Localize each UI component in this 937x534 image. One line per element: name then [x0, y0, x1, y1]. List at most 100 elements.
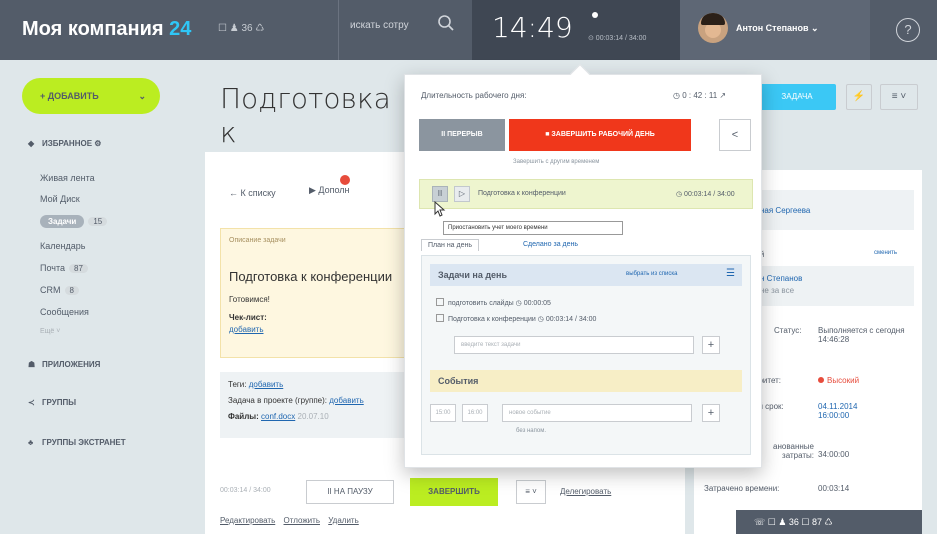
assignee-card[interactable]: н Степанов не за все	[754, 266, 914, 306]
add-event-button[interactable]: +	[702, 404, 720, 422]
sidebar-section-groups[interactable]: ≺ ГРУППЫ	[28, 398, 76, 407]
share-icon: ≺	[28, 398, 35, 407]
finish-button[interactable]: ЗАВЕРШИТЬ	[410, 478, 498, 506]
play-icon[interactable]: ▷	[454, 186, 470, 202]
plan-task-item[interactable]: Подготовка к конференции ◷ 00:03:14 / 34…	[436, 314, 596, 323]
break-button[interactable]: II ПЕРЕРЫВ	[419, 119, 505, 151]
select-from-list-link[interactable]: выбрать из списка	[626, 271, 677, 277]
delegate-link[interactable]: Делегировать	[560, 487, 611, 496]
menu-button[interactable]: ≡ ˅	[516, 480, 546, 504]
sidebar-section-apps[interactable]: ☗ ПРИЛОЖЕНИЯ	[28, 360, 100, 369]
task-text-input[interactable]: введите текст задачи	[454, 336, 694, 354]
sidebar-item-messages[interactable]: Сообщения	[40, 307, 89, 317]
apps-icon: ☗	[28, 360, 36, 369]
status-value: Выполняется с сегодня 14:46:28	[818, 326, 905, 344]
events-title: События	[438, 376, 479, 386]
bottom-toolbar[interactable]: ☏ ☐ ♟ 36 ☐ 87 ♺	[736, 510, 922, 534]
people-icon: ♣	[28, 438, 34, 447]
task-links: Редактировать Отложить Удалить	[220, 516, 365, 525]
event-start-time[interactable]: 15:00	[430, 404, 456, 422]
sidebar-item-disk[interactable]: Мой Диск	[40, 194, 80, 204]
company-logo[interactable]: Моя компания 24	[22, 18, 191, 41]
list-menu-button[interactable]: ≡ ˅	[880, 84, 918, 110]
spent-label: Затрачено времени:	[704, 484, 780, 493]
plan-task-item[interactable]: подготовить слайды ◷ 00:00:05	[436, 298, 551, 307]
sidebar-item-crm[interactable]: CRM 8	[40, 285, 79, 295]
sidebar-item-calendar[interactable]: Календарь	[40, 241, 85, 251]
description-header: Описание задачи	[229, 237, 286, 244]
change-link[interactable]: сменить	[874, 250, 897, 256]
more-link[interactable]: ▶ Дополн	[309, 185, 350, 196]
duration-value[interactable]: ◷ 0 : 42 : 11 ↗	[673, 91, 726, 100]
spent-value: 00:03:14	[818, 484, 850, 493]
end-workday-button[interactable]: ■ ЗАВЕРШИТЬ РАБОЧИЙ ДЕНЬ	[509, 119, 691, 151]
checklist-label: Чек-лист:	[229, 313, 267, 322]
creator-name: ная Сергеева	[760, 206, 811, 215]
delete-link[interactable]: Удалить	[328, 516, 359, 525]
sidebar-item-tasks[interactable]: Задачи 15	[40, 215, 108, 228]
project-line: Задача в проекте (группе): добавить	[228, 396, 364, 405]
mouse-cursor-icon	[434, 201, 446, 217]
sidebar-item-more[interactable]: Ещё ˅	[40, 328, 60, 335]
tab-plan[interactable]: План на день	[421, 239, 480, 251]
sidebar-section-extranet[interactable]: ♣ ГРУППЫ ЭКСТРАНЕТ	[28, 438, 126, 447]
search-icon[interactable]	[437, 14, 455, 32]
checkbox[interactable]	[436, 298, 444, 306]
description-title: Подготовка к конференции	[229, 269, 393, 284]
assignee-name: н Степанов	[760, 274, 803, 283]
plan-panel: Задачи на день выбрать из списка ☰ подго…	[421, 255, 751, 455]
current-task-time: ◷ 00:03:14 / 34:00	[676, 191, 735, 198]
back-link[interactable]: ← К списку	[229, 188, 276, 198]
chevron-down-icon: ⌄	[811, 23, 819, 33]
task-actions: 00:03:14 / 34:00 II НА ПАУЗУ ЗАВЕРШИТЬ ≡…	[220, 478, 680, 508]
add-button[interactable]: + ДОБАВИТЬ ⌄	[22, 78, 160, 114]
gear-icon[interactable]: ⚙	[94, 139, 101, 148]
task-timer: 00:03:14 / 34:00	[220, 487, 271, 494]
count-badge: 8	[64, 286, 79, 295]
help-icon[interactable]: ?	[896, 18, 920, 42]
checkbox[interactable]	[436, 314, 444, 322]
files-line: Файлы: conf.docx 20.07.10	[228, 412, 329, 421]
user-name: Антон Степанов ⌄	[736, 23, 819, 33]
sidebar-section-favorites[interactable]: ◆ ИЗБРАННОЕ ⚙	[28, 139, 101, 148]
pin-icon: ◆	[28, 139, 35, 148]
search-input[interactable]: искать сотру	[350, 20, 409, 31]
tab-done[interactable]: Сделано за день	[517, 239, 584, 250]
file-size: 20.07.10	[297, 412, 329, 421]
user-menu[interactable]: Антон Степанов ⌄	[680, 0, 870, 60]
count-badge: 15	[88, 217, 108, 226]
tags-add-link[interactable]: добавить	[249, 380, 284, 389]
tags-line: Теги: добавить	[228, 380, 284, 389]
sidebar-item-feed[interactable]: Живая лента	[40, 173, 95, 183]
event-end-time[interactable]: 16:00	[462, 404, 488, 422]
plan-title: Задачи на день	[438, 270, 508, 280]
event-name-input[interactable]: новое событие	[502, 404, 692, 422]
description-text: Готовимся!	[229, 295, 270, 304]
priority-value[interactable]: Высокий	[818, 376, 859, 385]
checklist-add-link[interactable]: добавить	[229, 325, 264, 334]
current-task-row: II ▷ Подготовка к конференции ◷ 00:03:14…	[419, 179, 753, 209]
current-task-name[interactable]: Подготовка к конференции	[478, 190, 566, 197]
new-task-button[interactable]: ЗАДАЧА	[758, 84, 836, 110]
lightning-icon[interactable]: ⚡	[846, 84, 872, 110]
finish-other-time-link[interactable]: Завершить с другим временем	[513, 159, 599, 165]
edit-link[interactable]: Редактировать	[220, 516, 275, 525]
deadline-value[interactable]: 04.11.2014 16:00:00	[818, 402, 888, 420]
status-icon	[592, 12, 598, 18]
creator-card[interactable]: ная Сергеева	[754, 190, 914, 230]
top-bar: Моя компания 24 ☐ ♟ 36 ♺ искать сотру 14…	[0, 0, 937, 60]
postpone-link[interactable]: Отложить	[284, 516, 320, 525]
notification-icons[interactable]: ☐ ♟ 36 ♺	[218, 23, 264, 34]
reminder-checkbox[interactable]: без напом.	[516, 428, 546, 434]
plan-header: Задачи на день выбрать из списка ☰	[430, 264, 742, 286]
add-task-button[interactable]: +	[702, 336, 720, 354]
file-link[interactable]: conf.docx	[261, 412, 295, 421]
pause-tracking-button[interactable]: II	[432, 186, 448, 202]
work-time-clock[interactable]: 14:49 ⊙ 00:03:14 / 34:00	[472, 0, 680, 60]
menu-icon[interactable]: ☰	[726, 268, 735, 279]
sidebar-item-mail[interactable]: Почта 87	[40, 263, 88, 273]
project-add-link[interactable]: добавить	[329, 396, 364, 405]
chevron-down-icon: ⌄	[138, 91, 146, 101]
share-icon[interactable]: <	[719, 119, 751, 151]
pause-button[interactable]: II НА ПАУЗУ	[306, 480, 394, 504]
